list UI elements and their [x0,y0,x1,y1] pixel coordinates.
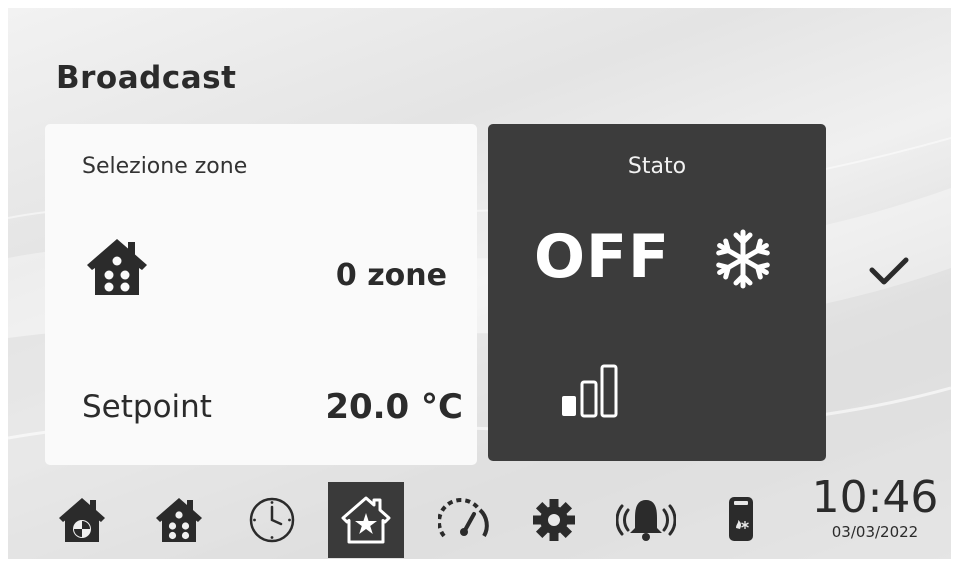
gear-icon [533,499,575,541]
setpoint-label: Setpoint [82,389,212,425]
nav-alarms[interactable] [608,482,684,558]
nav-settings[interactable] [516,482,592,558]
nav-zone-house[interactable] [44,482,120,558]
page-title: Broadcast [56,60,237,96]
gauge-icon [438,497,489,538]
zones-value: 0 zone [335,258,447,293]
power-state-value[interactable]: OFF [534,222,670,292]
setpoint-value[interactable]: 20.0 °C [325,387,463,427]
zone-house-icon [59,498,105,542]
house-icon [156,498,202,542]
clock-icon [249,497,295,543]
zone-selection-label: Selezione zone [82,154,248,179]
nav-water-heater[interactable] [703,482,779,558]
nav-house[interactable] [141,482,217,558]
thermostat-screen: Broadcast Selezione zone 0 zone Setpoint… [8,8,951,559]
nav-clock[interactable] [234,482,310,558]
water-heater-icon [729,497,753,541]
alarm-bell-icon [616,500,676,541]
house-icon [87,239,147,295]
status-card[interactable]: Stato OFF [488,124,826,461]
nav-gauge[interactable] [426,482,502,558]
clock-date: 03/03/2022 [831,523,919,541]
snowflake-icon[interactable] [712,228,774,290]
nav-broadcast[interactable] [328,482,404,558]
clock-time: 10:46 [811,472,939,523]
checkmark-icon[interactable] [868,256,910,288]
star-house-icon [341,496,391,544]
fan-speed-bars-icon[interactable] [560,362,624,420]
status-label: Stato [627,154,687,179]
zone-selection-card[interactable]: Selezione zone 0 zone Setpoint 20.0 °C [45,124,477,465]
